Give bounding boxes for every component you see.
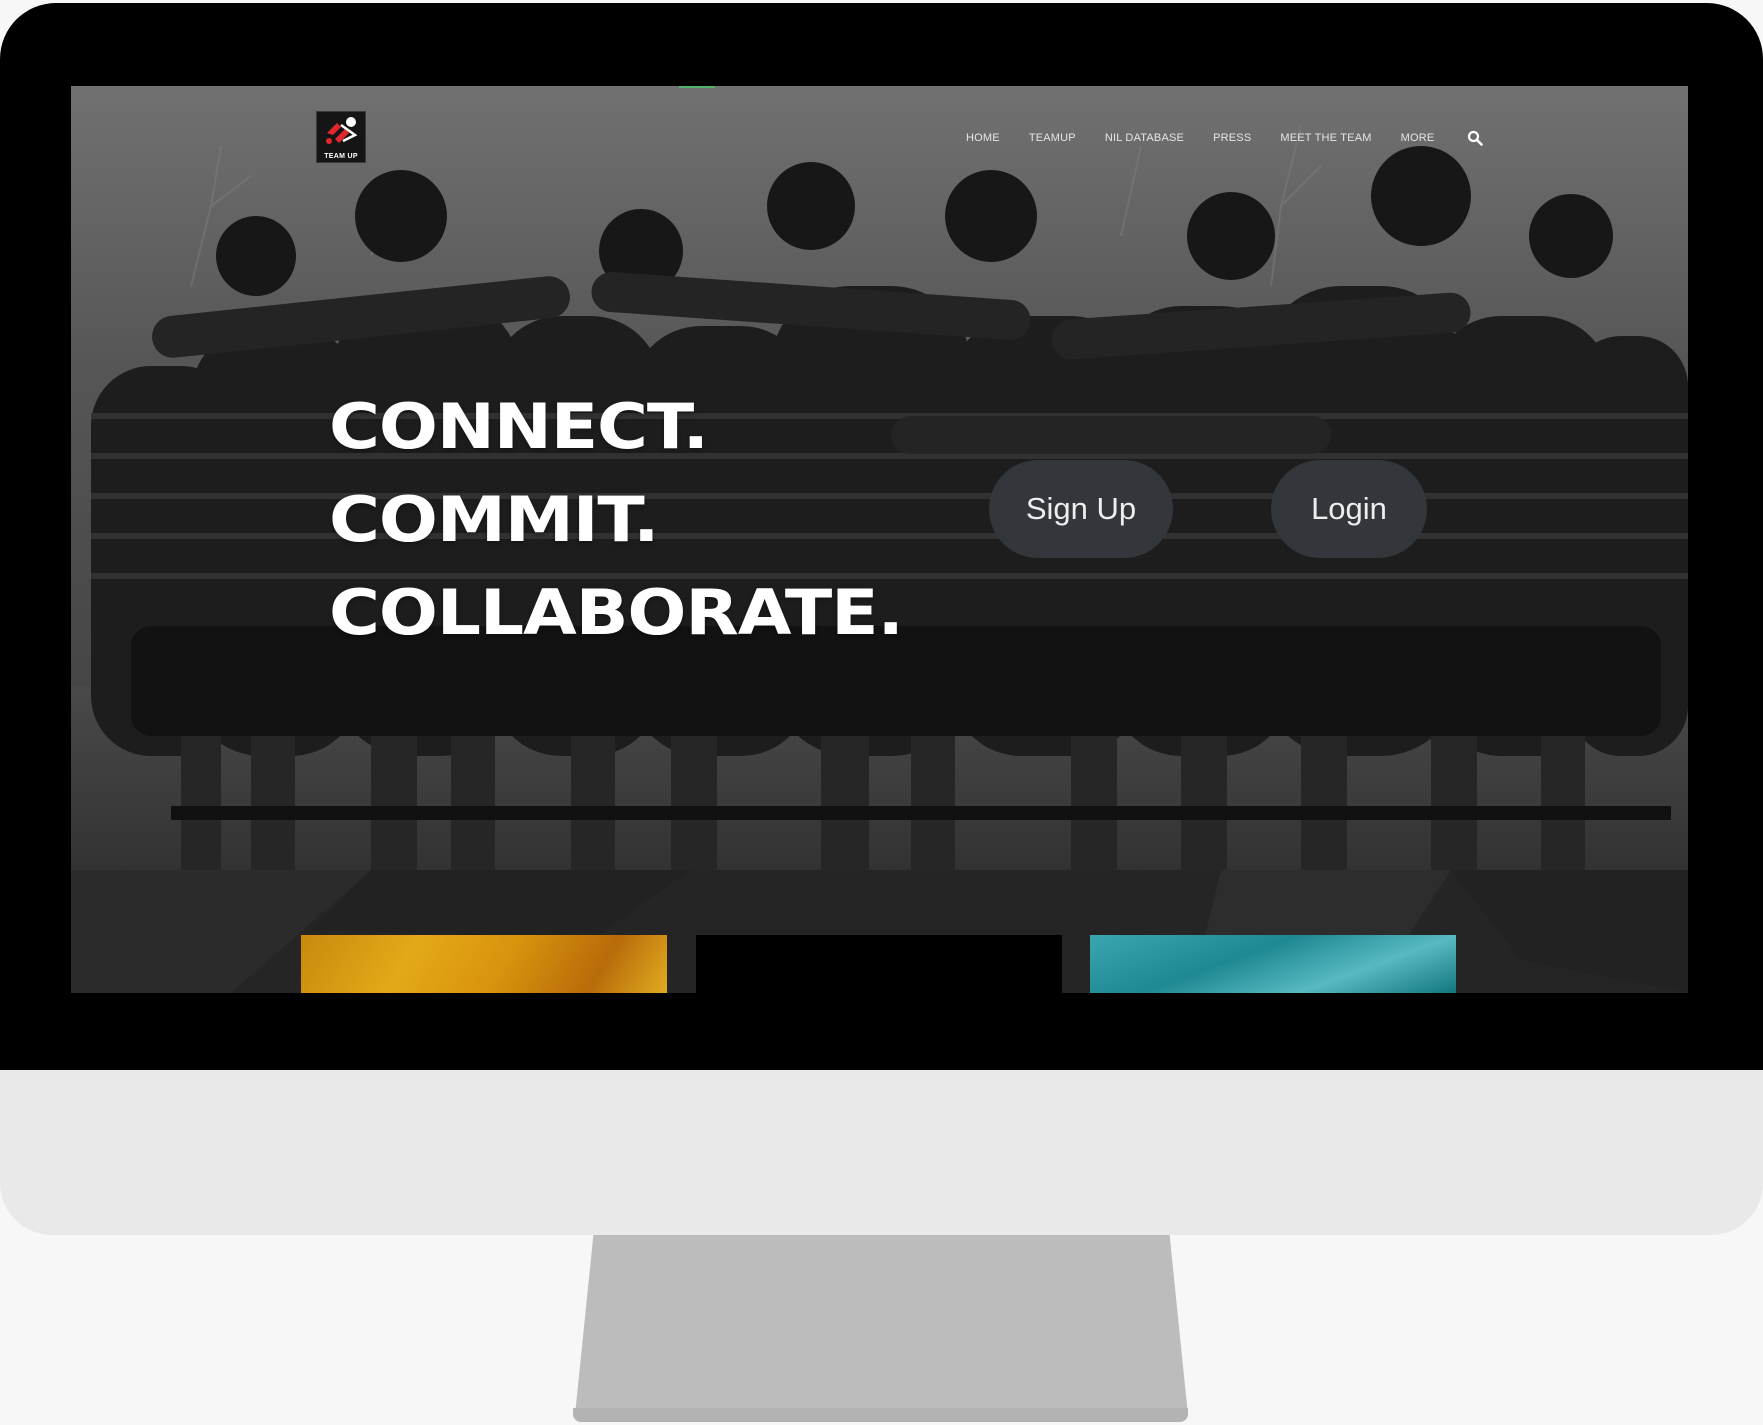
sign-up-button[interactable]: Sign Up bbox=[989, 460, 1173, 558]
feature-card-1-image[interactable] bbox=[301, 935, 667, 993]
feature-card-3-image[interactable] bbox=[1090, 935, 1456, 993]
headline-line-connect: CONNECT. bbox=[329, 390, 709, 463]
nav-more[interactable]: MORE bbox=[1401, 132, 1435, 144]
main-nav: HOME TEAMUP NIL DATABASE PRESS MEET THE … bbox=[966, 130, 1484, 146]
team-up-logo[interactable]: TEAM UP bbox=[316, 111, 366, 163]
login-button[interactable]: Login bbox=[1271, 460, 1427, 558]
search-icon[interactable] bbox=[1467, 130, 1484, 146]
nav-teamup[interactable]: TEAMUP bbox=[1029, 132, 1076, 144]
nav-nil-database[interactable]: NIL DATABASE bbox=[1105, 132, 1184, 144]
desktop-mockup: TEAM UP HOME TEAMUP NIL DATABASE PRESS M… bbox=[0, 0, 1763, 1425]
monitor-chin bbox=[0, 1070, 1763, 1235]
monitor-stand bbox=[575, 1235, 1188, 1415]
headline-line-commit: COMMIT. bbox=[329, 483, 660, 556]
nav-press[interactable]: PRESS bbox=[1213, 132, 1251, 144]
nav-meet-the-team[interactable]: MEET THE TEAM bbox=[1280, 132, 1371, 144]
hero-section: TEAM UP HOME TEAMUP NIL DATABASE PRESS M… bbox=[71, 86, 1688, 870]
feature-card-2-image[interactable] bbox=[696, 935, 1062, 993]
headline-line-collaborate: COLLABORATE. bbox=[329, 576, 904, 649]
top-accent-line bbox=[679, 86, 715, 88]
hero-headline: CONNECT. COMMIT. COLLABORATE. bbox=[329, 380, 904, 659]
logo-text: TEAM UP bbox=[324, 153, 358, 160]
team-up-logo-icon bbox=[326, 117, 358, 144]
nav-home[interactable]: HOME bbox=[966, 132, 1000, 144]
website-screen: TEAM UP HOME TEAMUP NIL DATABASE PRESS M… bbox=[71, 86, 1688, 993]
feature-band bbox=[71, 870, 1688, 993]
monitor-stand-base bbox=[573, 1408, 1188, 1422]
